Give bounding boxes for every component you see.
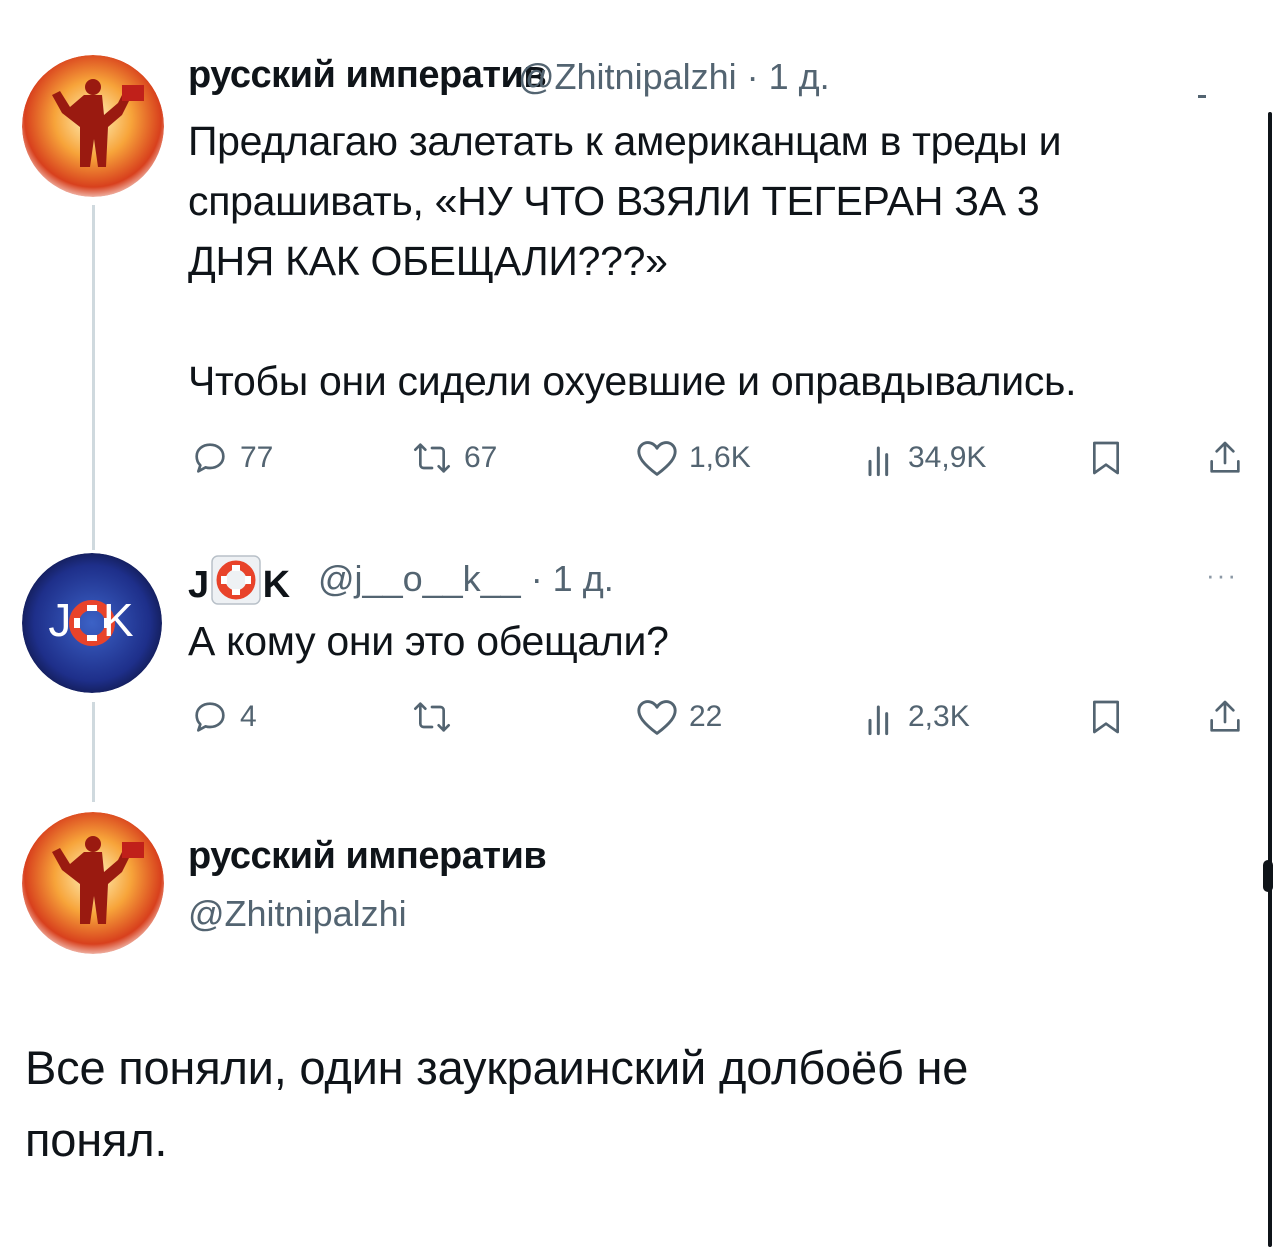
tweet-text-line-4: Чтобы они сидели охуевшие и оправдывалис… bbox=[188, 358, 1077, 404]
like-button[interactable]: 1,6K bbox=[635, 438, 751, 478]
author-handle-focused[interactable]: @Zhitnipalzhi bbox=[188, 893, 407, 935]
focused-tweet-text-line-1: Все поняли, один заукраинский долбоёб не bbox=[25, 1041, 969, 1094]
author-name-focused[interactable]: русский императив bbox=[188, 835, 547, 878]
author-name-jok-left: J bbox=[188, 563, 209, 606]
share-button[interactable] bbox=[1205, 438, 1245, 478]
more-options-button[interactable]: ··· bbox=[1206, 560, 1238, 591]
reply-icon bbox=[190, 697, 230, 737]
tweet-text-line-2: спрашивать, «НУ ЧТО ВЗЯЛИ ТЕГЕРАН ЗА 3 bbox=[188, 178, 1040, 224]
avatar-jok-letters: J K bbox=[48, 594, 136, 646]
views-count: 2,3K bbox=[908, 700, 970, 733]
thread-line bbox=[92, 205, 95, 550]
views-button[interactable]: 34,9K bbox=[862, 438, 986, 478]
reply-button[interactable]: 77 bbox=[190, 438, 273, 478]
scrollbar-thumb[interactable] bbox=[1263, 860, 1273, 892]
author-name-jok-right: K bbox=[262, 563, 290, 606]
author-handle-time-jok[interactable]: @j__o__k__ · 1 д. bbox=[318, 558, 614, 600]
views-icon bbox=[862, 697, 898, 737]
reply-count: 4 bbox=[240, 700, 257, 733]
avatar-russkiy-imperativ[interactable] bbox=[22, 55, 164, 197]
share-button[interactable] bbox=[1205, 697, 1245, 737]
like-count: 1,6K bbox=[689, 441, 751, 474]
like-button[interactable]: 22 bbox=[635, 697, 722, 737]
author-name-jok[interactable]: J K bbox=[188, 555, 290, 615]
repost-icon bbox=[410, 697, 454, 737]
repost-icon bbox=[410, 438, 454, 478]
reply-button[interactable]: 4 bbox=[190, 697, 257, 737]
reply-icon bbox=[190, 438, 230, 478]
views-icon bbox=[862, 438, 898, 478]
thread-line bbox=[92, 702, 95, 802]
bookmark-button[interactable] bbox=[1086, 697, 1126, 737]
share-icon bbox=[1205, 438, 1245, 478]
repost-button[interactable] bbox=[410, 697, 464, 737]
avatar-russkiy-imperativ[interactable] bbox=[22, 812, 164, 954]
like-count: 22 bbox=[689, 700, 723, 733]
bookmark-icon bbox=[1086, 697, 1126, 737]
heart-icon bbox=[635, 438, 679, 478]
avatar-jok[interactable]: J K bbox=[22, 553, 162, 693]
reply-count: 77 bbox=[240, 441, 274, 474]
top-right-dot bbox=[1198, 95, 1206, 98]
share-icon bbox=[1205, 697, 1245, 737]
tweet-text-jok: А кому они это обещали? bbox=[188, 618, 669, 664]
author-name[interactable]: русский императив bbox=[188, 54, 547, 97]
focused-tweet-text-line-2: понял. bbox=[25, 1113, 168, 1166]
lifebuoy-icon bbox=[210, 555, 261, 615]
tweet-text-line-1: Предлагаю залетать к американцам в треды… bbox=[188, 118, 1062, 164]
bookmark-button[interactable] bbox=[1086, 438, 1126, 478]
scrollbar-track[interactable] bbox=[1268, 112, 1272, 1247]
views-button[interactable]: 2,3K bbox=[862, 697, 970, 737]
author-handle-time[interactable]: @Zhitnipalzhi · 1 д. bbox=[518, 56, 830, 98]
repost-button[interactable]: 67 bbox=[410, 438, 497, 478]
heart-icon bbox=[635, 697, 679, 737]
tweet-text-line-3: ДНЯ КАК ОБЕЩАЛИ???» bbox=[188, 238, 668, 284]
repost-count: 67 bbox=[464, 441, 498, 474]
views-count: 34,9K bbox=[908, 441, 987, 474]
bookmark-icon bbox=[1086, 438, 1126, 478]
